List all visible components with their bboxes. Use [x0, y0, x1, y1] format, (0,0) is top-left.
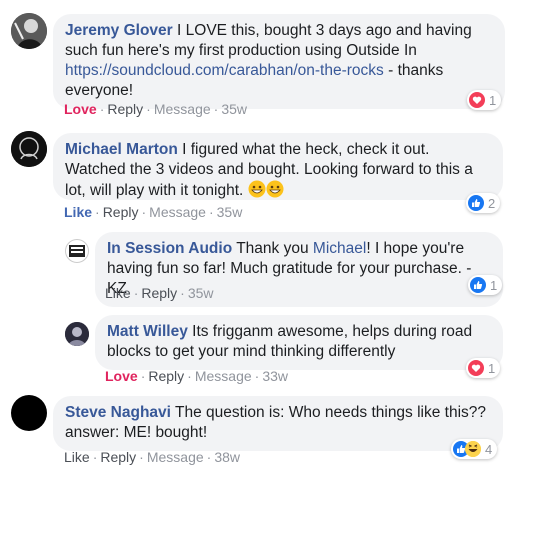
comment-bubble: Steve Naghavi The question is: Who needs… [53, 396, 503, 451]
comment-actions: Like · Reply · 35w [105, 285, 214, 301]
separator: · [187, 368, 192, 384]
separator: · [141, 204, 147, 220]
timestamp[interactable]: 38w [214, 449, 240, 465]
comment-bubble: Jeremy Glover I LOVE this, bought 3 days… [53, 14, 505, 109]
comment-author[interactable]: In Session Audio [107, 240, 232, 257]
separator: · [146, 101, 151, 117]
reaction-count: 1 [488, 360, 496, 376]
message-button[interactable]: Message [149, 204, 206, 220]
comment-link[interactable]: https://soundcloud.com/carabhan/on-the-r… [65, 62, 384, 79]
reply-button[interactable]: Reply [141, 285, 177, 301]
timestamp[interactable]: 35w [188, 285, 214, 301]
grinning-face-emoji [266, 180, 284, 204]
reply-button[interactable]: Reply [148, 368, 184, 384]
separator: · [213, 101, 219, 117]
separator: · [208, 204, 214, 220]
grinning-face-emoji [248, 180, 266, 204]
profile-photo-icon [11, 13, 47, 49]
reply-button[interactable]: Reply [100, 449, 136, 465]
like-icon [468, 195, 484, 211]
separator: · [133, 285, 139, 301]
message-button[interactable]: Message [147, 449, 204, 465]
comment-author[interactable]: Michael Marton [65, 141, 178, 158]
comment-author[interactable]: Matt Willey [107, 323, 188, 340]
reaction-count: 2 [488, 195, 496, 211]
avatar[interactable] [11, 395, 47, 431]
timestamp[interactable]: 35w [217, 204, 243, 220]
love-button[interactable]: Love [105, 368, 138, 384]
avatar[interactable] [11, 13, 47, 49]
comment-actions: Love · Reply · Message · 33w [105, 368, 288, 384]
separator: · [254, 368, 260, 384]
like-icon [470, 277, 486, 293]
like-button[interactable]: Like [64, 449, 90, 465]
comment-bubble: Michael Marton I figured what the heck, … [53, 133, 503, 200]
love-icon [469, 92, 485, 108]
comment-author[interactable]: Jeremy Glover [65, 22, 173, 39]
like-button[interactable]: Like [105, 285, 131, 301]
separator: · [92, 449, 98, 465]
separator: · [206, 449, 212, 465]
separator: · [180, 285, 185, 301]
reply-button[interactable]: Reply [103, 204, 139, 220]
comment-actions: Love · Reply · Message · 35w [64, 101, 247, 117]
message-button[interactable]: Message [195, 368, 252, 384]
like-button[interactable]: Like [64, 204, 92, 220]
reaction-summary[interactable]: 4 [451, 439, 498, 459]
reaction-summary[interactable]: 1 [466, 358, 501, 378]
comment-actions: Like · Reply · Message · 35w [64, 204, 242, 220]
reaction-count: 1 [490, 277, 498, 293]
comment-bubble: Matt Willey Its frigganm awesome, helps … [95, 315, 503, 370]
love-icon [468, 360, 484, 376]
profile-photo-icon [11, 131, 47, 167]
reply-button[interactable]: Reply [107, 101, 143, 117]
separator: · [140, 368, 146, 384]
comment-text: Thank you [236, 240, 309, 257]
reaction-summary[interactable]: 1 [468, 275, 503, 295]
love-button[interactable]: Love [64, 101, 97, 117]
comment-actions: Like · Reply · Message · 38w [64, 449, 240, 465]
reaction-summary[interactable]: 1 [467, 90, 502, 110]
in-session-audio-logo-icon [69, 245, 85, 257]
separator: · [99, 101, 105, 117]
separator: · [95, 204, 100, 220]
haha-icon [465, 441, 481, 457]
timestamp[interactable]: 35w [221, 101, 247, 117]
mention-link[interactable]: Michael [313, 240, 366, 257]
avatar[interactable] [11, 131, 47, 167]
reaction-count: 4 [485, 441, 493, 457]
avatar[interactable] [65, 322, 89, 346]
comment-author[interactable]: Steve Naghavi [65, 404, 171, 421]
message-button[interactable]: Message [154, 101, 211, 117]
reaction-count: 1 [489, 92, 497, 108]
avatar[interactable] [65, 239, 89, 263]
separator: · [139, 449, 144, 465]
reaction-summary[interactable]: 2 [466, 193, 501, 213]
profile-photo-icon [65, 322, 89, 346]
timestamp[interactable]: 33w [262, 368, 288, 384]
